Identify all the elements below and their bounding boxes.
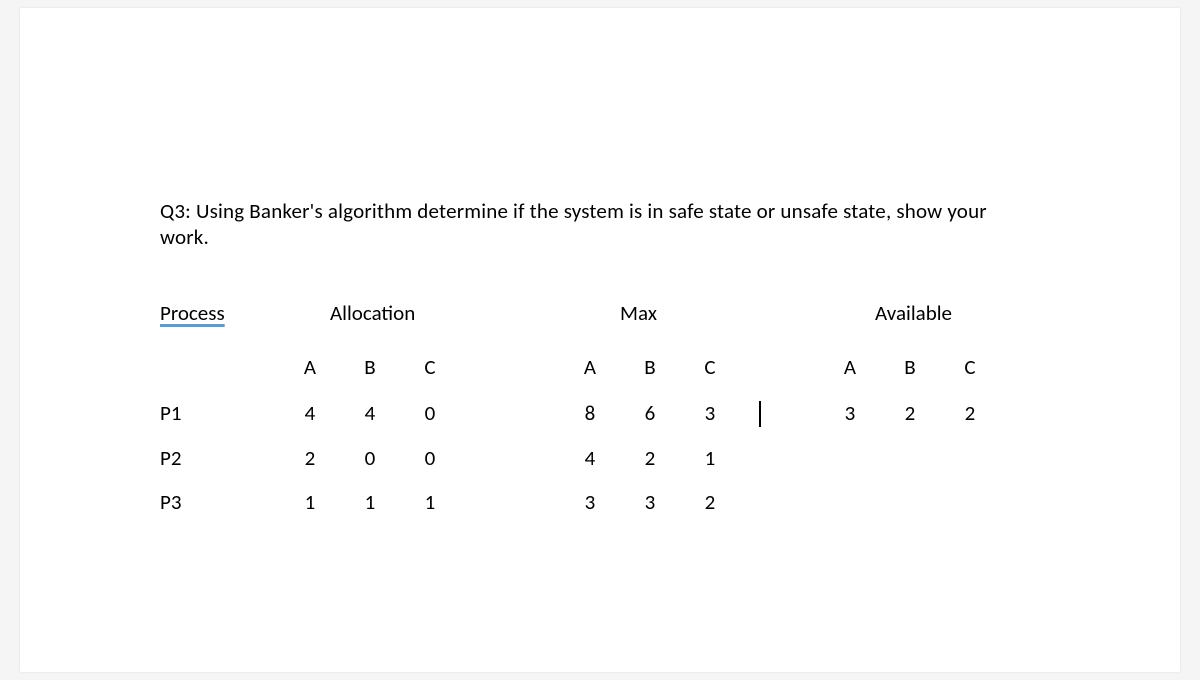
main-header-row: Process Allocation Max Available — [160, 300, 1040, 326]
process-header: Process — [160, 300, 280, 326]
available-header: Available — [820, 300, 1020, 326]
alloc-col-c: C — [400, 354, 460, 380]
table-row: P1 4 4 0 8 6 3 3 2 2 — [160, 398, 1040, 427]
cell: 3 — [820, 400, 880, 426]
document-page: Q3: Using Banker's algorithm determine i… — [20, 8, 1180, 672]
cell: 0 — [400, 445, 460, 471]
avail-col-c: C — [940, 354, 1000, 380]
alloc-col-a: A — [280, 354, 340, 380]
cell: 2 — [880, 400, 940, 426]
cursor-marker — [740, 398, 780, 427]
cell: 4 — [340, 400, 400, 426]
cell: 2 — [680, 489, 740, 515]
cell: 3 — [560, 489, 620, 515]
cell: 0 — [340, 445, 400, 471]
cell: 2 — [940, 400, 1000, 426]
cell: 2 — [280, 445, 340, 471]
cell: 1 — [400, 489, 460, 515]
avail-col-a: A — [820, 354, 880, 380]
cell: 8 — [560, 400, 620, 426]
cell: 1 — [340, 489, 400, 515]
cell: 3 — [620, 489, 680, 515]
max-col-c: C — [680, 354, 740, 380]
bankers-table: Process Allocation Max Available A B C A… — [160, 300, 1040, 515]
table-row: P3 1 1 1 3 3 2 — [160, 489, 1040, 515]
process-name: P2 — [160, 445, 280, 471]
process-name: P3 — [160, 489, 280, 515]
cell: 4 — [280, 400, 340, 426]
cell: 6 — [620, 400, 680, 426]
allocation-header: Allocation — [280, 300, 560, 326]
avail-col-b: B — [880, 354, 940, 380]
resource-header-row: A B C A B C A B C — [160, 354, 1040, 380]
max-col-b: B — [620, 354, 680, 380]
gap — [740, 354, 820, 380]
cell: 1 — [680, 445, 740, 471]
alloc-col-b: B — [340, 354, 400, 380]
cell: 1 — [280, 489, 340, 515]
max-col-a: A — [560, 354, 620, 380]
cell: 0 — [400, 400, 460, 426]
cell: 4 — [560, 445, 620, 471]
question-text: Q3: Using Banker's algorithm determine i… — [160, 198, 1040, 250]
gap — [460, 354, 560, 380]
empty-cell — [160, 354, 280, 380]
table-row: P2 2 0 0 4 2 1 — [160, 445, 1040, 471]
cell: 2 — [620, 445, 680, 471]
max-header: Max — [560, 300, 820, 326]
process-name: P1 — [160, 400, 280, 426]
cell: 3 — [680, 400, 740, 426]
